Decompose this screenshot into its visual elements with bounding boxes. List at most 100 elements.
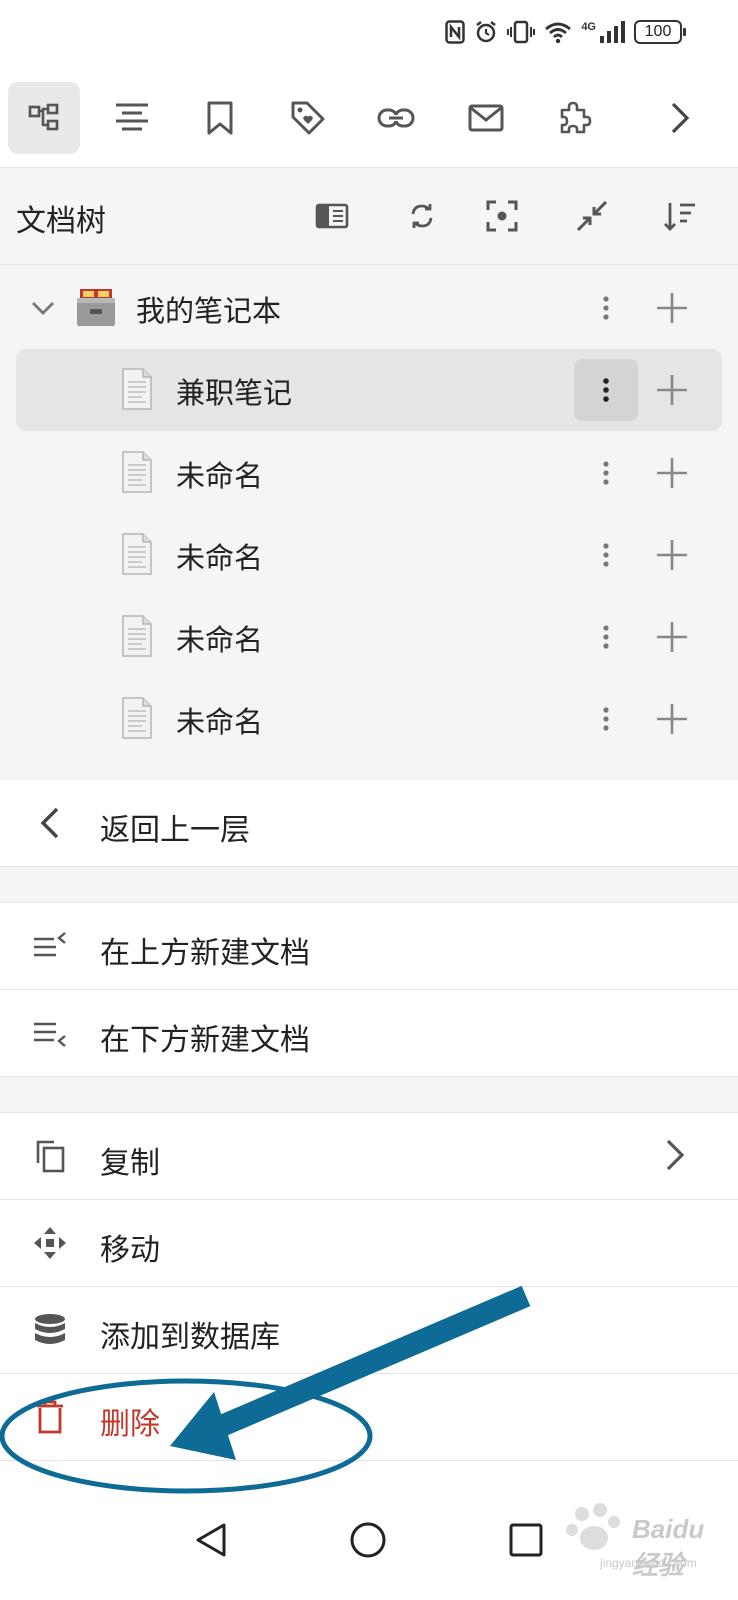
plus-icon <box>657 375 687 405</box>
menu-new-below[interactable]: 在下方新建文档 <box>0 990 738 1077</box>
plus-icon <box>657 622 687 652</box>
doc-more-button[interactable] <box>574 524 638 586</box>
doc-add-button[interactable] <box>650 368 694 412</box>
more-vertical-icon <box>603 461 609 485</box>
back-icon-wrap <box>30 803 70 843</box>
insert-above-icon <box>34 932 66 957</box>
doc-more-button[interactable] <box>574 606 638 668</box>
doc-more-button[interactable] <box>574 359 638 421</box>
document-icon <box>122 533 152 575</box>
insert-below-icon-wrap <box>30 1013 70 1053</box>
doc-tree-button[interactable] <box>8 82 80 154</box>
plus-icon <box>657 540 687 570</box>
paw-logo-icon <box>566 1503 620 1550</box>
move-icon-wrap <box>30 1223 70 1263</box>
doc-add-button[interactable] <box>650 697 694 741</box>
bookmark-icon <box>207 101 233 135</box>
sidebar-toggle-button[interactable] <box>312 196 352 236</box>
sort-icon <box>664 203 695 231</box>
doc-row[interactable]: 未命名 <box>0 514 738 596</box>
doc-row[interactable]: 未命名 <box>0 596 738 678</box>
baidu-watermark: Baidu经验 jingyan.baidu.com <box>560 1500 730 1590</box>
notebook-more-button[interactable] <box>574 277 638 339</box>
doc-add-button[interactable] <box>650 615 694 659</box>
doc-label: 未命名 <box>176 541 264 575</box>
doc-label: 兼职笔记 <box>176 376 293 410</box>
document-icon <box>122 615 152 657</box>
plugin-button[interactable] <box>538 82 610 154</box>
nav-recents-button[interactable] <box>496 1510 556 1570</box>
sort-button[interactable] <box>660 196 700 236</box>
menu-separator <box>0 867 738 903</box>
panel-title: 文档树 <box>16 204 106 239</box>
file-box-icon <box>77 289 115 326</box>
outline-button[interactable] <box>96 82 168 154</box>
doc-add-button[interactable] <box>650 533 694 577</box>
nav-home-button[interactable] <box>338 1510 398 1570</box>
trash-icon <box>37 1400 63 1434</box>
chevron-down-icon[interactable] <box>30 295 56 321</box>
doc-row[interactable]: 未命名 <box>0 432 738 514</box>
plus-icon <box>657 293 687 323</box>
copy-icon <box>36 1140 65 1173</box>
network-type: 4G <box>581 21 596 33</box>
panel-header: 文档树 <box>0 168 738 265</box>
menu-new-below-label: 在下方新建文档 <box>100 1023 310 1058</box>
menu-back[interactable]: 返回上一层 <box>0 780 738 867</box>
nav-back-button[interactable] <box>180 1510 240 1570</box>
database-icon-wrap <box>30 1310 70 1350</box>
focus-button[interactable] <box>482 196 522 236</box>
menu-copy[interactable]: 复制 <box>0 1113 738 1200</box>
doc-more-button[interactable] <box>574 442 638 504</box>
plugin-icon <box>560 101 592 134</box>
more-vertical-icon <box>603 378 609 402</box>
menu-add-to-db-label: 添加到数据库 <box>100 1320 280 1355</box>
backlink-icon <box>377 108 415 128</box>
doc-add-button[interactable] <box>650 451 694 495</box>
collapse-button[interactable] <box>572 196 612 236</box>
refresh-button[interactable] <box>402 196 442 236</box>
doc-more-button[interactable] <box>574 688 638 750</box>
toolbar-more-button[interactable] <box>644 82 716 154</box>
inbox-button[interactable] <box>450 82 522 154</box>
plus-icon <box>657 458 687 488</box>
document-icon <box>122 697 152 739</box>
menu-new-above[interactable]: 在上方新建文档 <box>0 903 738 990</box>
dock-toolbar <box>0 70 738 168</box>
watermark-text: Baidu经验 <box>632 1514 705 1580</box>
signal-icon <box>600 21 625 43</box>
alarm-icon <box>476 21 497 43</box>
tag-button[interactable] <box>272 82 344 154</box>
backlink-button[interactable] <box>360 82 432 154</box>
bookmark-button[interactable] <box>184 82 256 154</box>
doc-tree-icon <box>28 103 59 131</box>
status-bar: 4G 100 <box>0 0 738 70</box>
chevron-left-icon <box>40 807 59 839</box>
notebook-row[interactable]: 我的笔记本 <box>0 267 738 349</box>
doc-tree-panel: 文档树 我的笔记本 兼职笔记 未命名 未命名 未命名 未命名 <box>0 168 738 780</box>
menu-separator <box>0 1077 738 1113</box>
more-vertical-icon <box>603 543 609 567</box>
doc-label: 未命名 <box>176 459 264 493</box>
chevron-right-icon <box>666 1139 685 1171</box>
battery-icon: 100 <box>634 20 686 44</box>
more-vertical-icon <box>603 296 609 320</box>
menu-add-to-db[interactable]: 添加到数据库 <box>0 1287 738 1374</box>
nfc-icon <box>445 20 466 44</box>
triangle-back-icon <box>196 1523 226 1557</box>
menu-move-label: 移动 <box>100 1233 160 1268</box>
inbox-icon <box>468 104 504 132</box>
more-vertical-icon <box>603 625 609 649</box>
circle-home-icon <box>350 1522 386 1558</box>
document-icon <box>122 368 152 410</box>
menu-move[interactable]: 移动 <box>0 1200 738 1287</box>
more-vertical-icon <box>603 707 609 731</box>
doc-row[interactable]: 兼职笔记 <box>0 349 738 431</box>
doc-label: 未命名 <box>176 705 264 739</box>
watermark-sub: jingyan.baidu.com <box>600 1556 697 1570</box>
notebook-add-button[interactable] <box>650 286 694 330</box>
menu-delete[interactable]: 删除 <box>0 1374 738 1461</box>
doc-row[interactable]: 未命名 <box>0 678 738 760</box>
move-icon <box>34 1227 66 1259</box>
insert-below-icon <box>34 1022 66 1047</box>
